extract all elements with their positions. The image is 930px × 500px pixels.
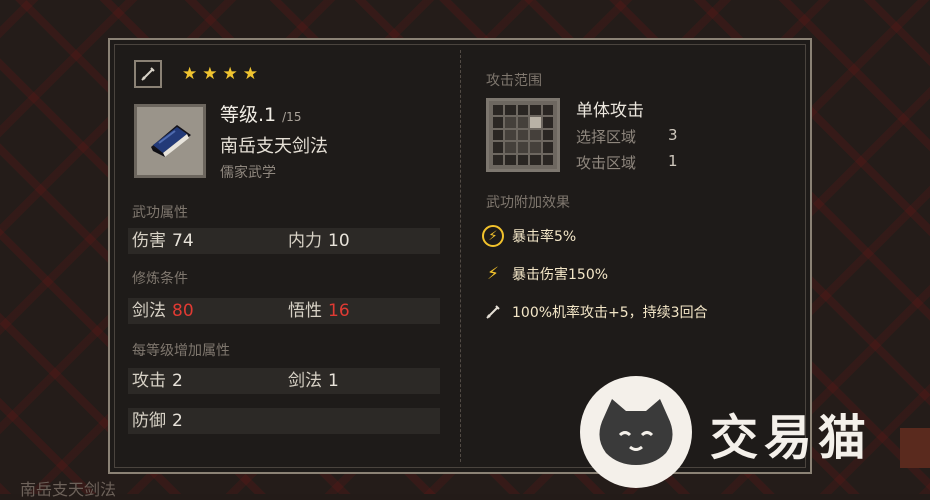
skill-name: 南岳支天剑法: [220, 136, 328, 157]
skill-level: 等级.1/15: [220, 104, 302, 126]
attributes-row: 伤害 74 内力 10: [128, 228, 440, 254]
skill-book-icon-frame: [134, 104, 206, 178]
per-level-defense: 防御 2: [132, 411, 183, 431]
book-icon: [151, 125, 191, 157]
side-button[interactable]: [900, 428, 930, 468]
effect-item: ⚡ 暴击伤害150%: [482, 262, 608, 286]
select-area: 选择区域 3: [576, 126, 678, 146]
requirements-row: 剑法 80 悟性 16: [128, 298, 440, 324]
skill-detail-panel: ★ ★ ★ ★ 等级.1/15 南岳支天剑法 儒家武学 武功属性 伤害 74 内力…: [108, 38, 812, 474]
column-divider: [460, 50, 461, 462]
star-icon: ★: [202, 64, 218, 84]
per-level-row: 攻击 2 剑法 1: [128, 368, 440, 394]
attributes-label: 武功属性: [132, 205, 188, 221]
star-icon: ★: [182, 64, 198, 84]
effect-item: 100%机率攻击+5，持续3回合: [482, 300, 708, 324]
req-sword: 剑法 80: [132, 301, 194, 321]
background-skill-name: 南岳支天剑法: [20, 480, 117, 499]
star-rating: ★ ★ ★ ★: [182, 62, 258, 86]
per-level-attack: 攻击 2: [132, 371, 183, 391]
attack-type: 单体攻击: [576, 101, 644, 121]
per-level-sword: 剑法 1: [288, 371, 339, 391]
star-icon: ★: [242, 64, 258, 84]
watermark-text: 交易猫: [710, 410, 873, 466]
attack-range-grid: [486, 98, 560, 172]
lightning-icon: ⚡: [487, 264, 499, 284]
star-icon: ★: [222, 64, 238, 84]
lightning-ring-icon: ⚡: [482, 225, 504, 247]
skill-school: 儒家武学: [220, 165, 276, 181]
watermark-cat-logo: [580, 376, 692, 488]
per-level-row: 防御 2: [128, 408, 440, 434]
attack-area: 攻击区域 1: [576, 152, 678, 172]
sword-icon: [482, 301, 504, 323]
attr-inner-power: 内力 10: [288, 231, 350, 251]
attr-damage: 伤害 74: [132, 231, 194, 251]
range-label: 攻击范围: [486, 73, 542, 89]
sword-icon: [134, 60, 162, 88]
per-level-label: 每等级增加属性: [132, 343, 230, 359]
req-comprehension: 悟性 16: [288, 301, 350, 321]
effect-item: ⚡ 暴击率5%: [482, 224, 576, 248]
requirements-label: 修炼条件: [132, 271, 188, 287]
selected-cell: [530, 117, 541, 128]
effects-label: 武功附加效果: [486, 195, 570, 211]
